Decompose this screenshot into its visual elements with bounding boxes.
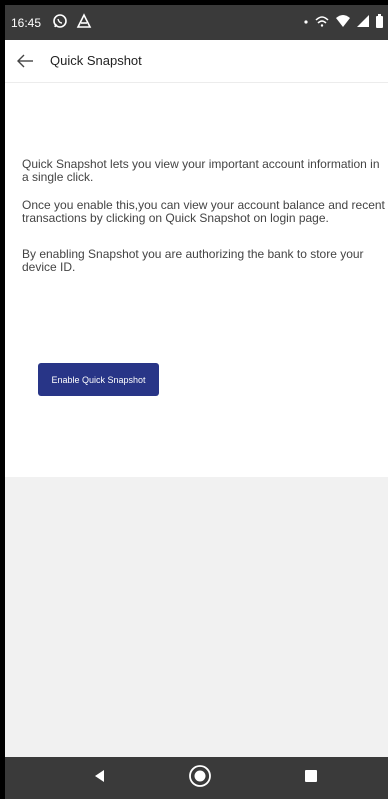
paragraph-line: a single click. <box>22 170 94 184</box>
status-left-icons <box>52 13 92 32</box>
signal-icon <box>356 13 370 32</box>
notification-icon <box>76 13 92 32</box>
lte-icon <box>314 13 330 32</box>
battery-icon <box>375 13 384 32</box>
home-circle-icon <box>188 764 212 793</box>
dot-icon <box>303 13 309 32</box>
main-content: Quick Snapshot lets you view your import… <box>5 83 388 477</box>
status-right-icons <box>303 13 384 32</box>
whatsapp-icon <box>52 13 68 32</box>
wifi-icon <box>335 13 351 32</box>
nav-home-button[interactable] <box>188 764 212 793</box>
nav-back-button[interactable] <box>88 766 112 790</box>
back-triangle-icon <box>93 769 107 788</box>
status-time: 16:45 <box>11 16 42 30</box>
paragraph-line: By enabling Snapshot you are authorizing… <box>22 247 364 261</box>
back-button[interactable] <box>13 49 37 73</box>
nav-recents-button[interactable] <box>299 766 323 790</box>
page-title: Quick Snapshot <box>50 53 142 68</box>
enable-quick-snapshot-button[interactable]: Enable Quick Snapshot <box>38 363 159 396</box>
paragraph-line: transactions by clicking on Quick Snapsh… <box>22 211 329 225</box>
arrow-left-icon <box>13 54 37 77</box>
paragraph-line: device ID. <box>22 260 76 274</box>
app-bar: Quick Snapshot <box>5 40 388 83</box>
recents-square-icon <box>305 769 317 787</box>
info-paragraph-authorization: By enabling Snapshot you are authorizing… <box>22 248 388 274</box>
status-bar: 16:45 <box>5 5 388 40</box>
phone-screen: 16:45 Quick Snapshot Quick Snapshot lets… <box>5 5 388 799</box>
system-navigation-bar <box>5 757 388 799</box>
info-paragraph-enable: Once you enable this,you can view your a… <box>22 199 388 225</box>
empty-lower-area <box>5 477 388 757</box>
info-paragraph-quick-snapshot: Quick Snapshot lets you view your import… <box>22 158 388 184</box>
